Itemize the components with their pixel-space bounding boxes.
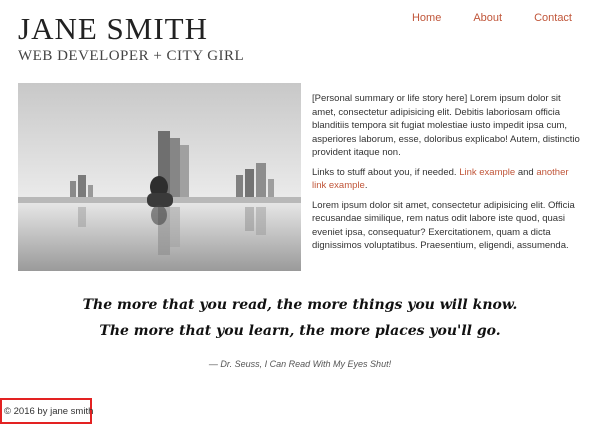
quote-line-1: The more that you read, the more things … [82, 297, 518, 313]
bio-content: [Personal summary or life story here] Lo… [312, 92, 584, 259]
city-pool-image [18, 83, 301, 271]
bio-summary: [Personal summary or life story here] Lo… [312, 93, 580, 158]
hero-photo [18, 83, 301, 271]
site-title: JANE SMITH [18, 11, 208, 46]
main-nav: Home About Contact [412, 12, 572, 24]
bio-closing: Lorem ipsum dolor sit amet, consectetur … [312, 199, 575, 252]
links-intro-text: Links to stuff about you, if needed. [312, 166, 457, 178]
nav-about-link[interactable]: About [473, 12, 502, 24]
links-and-text: and [517, 166, 534, 178]
quote-line-2: The more that you learn, the more places… [99, 323, 501, 339]
bio-links-paragraph: Links to stuff about you, if needed. Lin… [312, 166, 569, 192]
quote-attribution: — Dr. Seuss, I Can Read With My Eyes Shu… [208, 359, 392, 369]
site-header: JANE SMITH WEB DEVELOPER + CITY GIRL [18, 12, 244, 65]
nav-contact-link[interactable]: Contact [534, 12, 572, 24]
quote-block: The more that you read, the more things … [0, 292, 600, 344]
footer-highlight-box: © 2016 by jane smith [0, 398, 94, 424]
site-subtitle: WEB DEVELOPER + CITY GIRL [18, 48, 245, 64]
footer-copyright: © 2016 by jane smith [4, 405, 94, 417]
link-example[interactable]: Link example [459, 167, 515, 178]
nav-home-link[interactable]: Home [412, 12, 441, 24]
